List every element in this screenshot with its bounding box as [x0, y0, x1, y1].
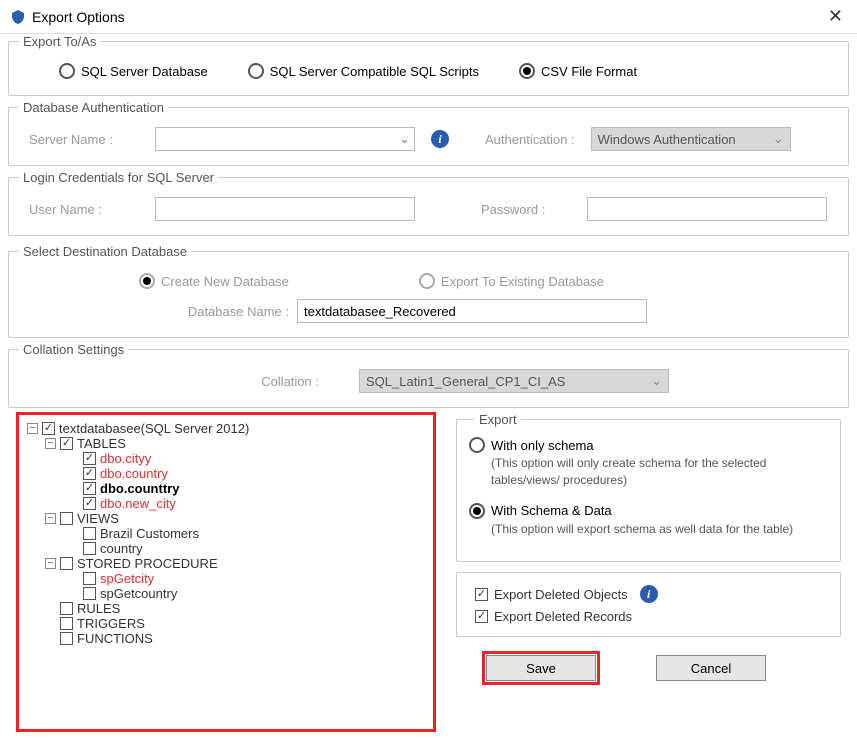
- checkbox[interactable]: [475, 610, 488, 623]
- username-label: User Name :: [29, 202, 139, 217]
- checkbox[interactable]: [60, 557, 73, 570]
- radio-icon: [519, 63, 535, 79]
- cancel-button[interactable]: Cancel: [656, 655, 766, 681]
- login-group: Login Credentials for SQL Server User Na…: [8, 170, 849, 236]
- info-icon[interactable]: i: [431, 130, 449, 148]
- chevron-down-icon: ⌄: [399, 131, 410, 147]
- tree-view-country[interactable]: country: [83, 541, 429, 556]
- server-name-dropdown[interactable]: ⌄: [155, 127, 415, 151]
- export-to-as-legend: Export To/As: [19, 34, 100, 49]
- radio-export-existing-db[interactable]: Export To Existing Database: [419, 273, 604, 289]
- tree-views[interactable]: − VIEWS: [45, 511, 429, 526]
- tree-sp-getcountry[interactable]: spGetcountry: [83, 586, 429, 601]
- password-label: Password :: [481, 202, 571, 217]
- checkbox[interactable]: [83, 452, 96, 465]
- checkbox-deleted-records[interactable]: Export Deleted Records: [475, 609, 834, 624]
- tree-sp[interactable]: − STORED PROCEDURE: [45, 556, 429, 571]
- window-title: Export Options: [32, 9, 824, 25]
- db-auth-group: Database Authentication Server Name : ⌄ …: [8, 100, 849, 166]
- collapse-icon[interactable]: −: [45, 558, 56, 569]
- radio-schema-only[interactable]: With only schema: [469, 437, 828, 453]
- login-legend: Login Credentials for SQL Server: [19, 170, 218, 185]
- radio-schema-data[interactable]: With Schema & Data: [469, 503, 828, 519]
- radio-icon: [469, 503, 485, 519]
- chevron-down-icon: ⌄: [651, 373, 662, 389]
- tree-functions[interactable]: FUNCTIONS: [45, 631, 429, 646]
- db-name-input[interactable]: [297, 299, 647, 323]
- checkbox[interactable]: [60, 512, 73, 525]
- collation-group: Collation Settings Collation : SQL_Latin…: [8, 342, 849, 408]
- schema-data-desc: (This option will export schema as well …: [491, 521, 828, 538]
- password-input[interactable]: [587, 197, 827, 221]
- dest-db-group: Select Destination Database Create New D…: [8, 244, 849, 338]
- auth-label: Authentication :: [485, 132, 575, 147]
- db-name-label: Database Name :: [179, 304, 289, 319]
- collation-dropdown[interactable]: SQL_Latin1_General_CP1_CI_AS ⌄: [359, 369, 669, 393]
- tree-sp-getcity[interactable]: spGetcity: [83, 571, 429, 586]
- export-options-group: Export With only schema (This option wil…: [456, 412, 841, 562]
- save-button[interactable]: Save: [486, 655, 596, 681]
- radio-icon: [139, 273, 155, 289]
- radio-sql-scripts[interactable]: SQL Server Compatible SQL Scripts: [248, 63, 479, 79]
- checkbox[interactable]: [42, 422, 55, 435]
- radio-icon: [419, 273, 435, 289]
- radio-csv[interactable]: CSV File Format: [519, 63, 637, 79]
- auth-dropdown[interactable]: Windows Authentication ⌄: [591, 127, 791, 151]
- info-icon[interactable]: i: [640, 585, 658, 603]
- tree-table-country[interactable]: dbo.country: [83, 466, 429, 481]
- checkbox[interactable]: [60, 602, 73, 615]
- dest-db-legend: Select Destination Database: [19, 244, 191, 259]
- checkbox[interactable]: [83, 527, 96, 540]
- checkbox[interactable]: [83, 542, 96, 555]
- username-input[interactable]: [155, 197, 415, 221]
- radio-icon: [469, 437, 485, 453]
- radio-icon: [59, 63, 75, 79]
- tree-tables[interactable]: − TABLES: [45, 436, 429, 451]
- checkbox[interactable]: [60, 632, 73, 645]
- checkbox[interactable]: [83, 482, 96, 495]
- collation-legend: Collation Settings: [19, 342, 128, 357]
- checkbox[interactable]: [83, 587, 96, 600]
- checkbox[interactable]: [83, 572, 96, 585]
- radio-sql-server-db[interactable]: SQL Server Database: [59, 63, 208, 79]
- checkbox[interactable]: [83, 467, 96, 480]
- tree-table-counttry[interactable]: dbo.counttry: [83, 481, 429, 496]
- close-button[interactable]: ✕: [824, 6, 847, 27]
- chevron-down-icon: ⌄: [773, 131, 784, 147]
- db-auth-legend: Database Authentication: [19, 100, 168, 115]
- export-legend: Export: [475, 412, 521, 427]
- checkbox-deleted-objects[interactable]: Export Deleted Objects i: [475, 585, 834, 603]
- app-icon: [10, 9, 26, 25]
- radio-create-new-db[interactable]: Create New Database: [139, 273, 289, 289]
- tree-view-brazil[interactable]: Brazil Customers: [83, 526, 429, 541]
- export-to-as-group: Export To/As SQL Server Database SQL Ser…: [8, 34, 849, 96]
- collapse-icon[interactable]: −: [45, 438, 56, 449]
- checkbox[interactable]: [475, 588, 488, 601]
- collapse-icon[interactable]: −: [45, 513, 56, 524]
- schema-only-desc: (This option will only create schema for…: [491, 455, 828, 489]
- tree-rules[interactable]: RULES: [45, 601, 429, 616]
- radio-icon: [248, 63, 264, 79]
- tree-table-cityy[interactable]: dbo.cityy: [83, 451, 429, 466]
- checkbox[interactable]: [83, 497, 96, 510]
- tree-root[interactable]: − textdatabasee(SQL Server 2012): [27, 421, 429, 436]
- titlebar: Export Options ✕: [0, 0, 857, 34]
- object-tree[interactable]: − textdatabasee(SQL Server 2012) − TABLE…: [16, 412, 436, 732]
- collapse-icon[interactable]: −: [27, 423, 38, 434]
- checkbox[interactable]: [60, 617, 73, 630]
- tree-triggers[interactable]: TRIGGERS: [45, 616, 429, 631]
- checkbox[interactable]: [60, 437, 73, 450]
- collation-label: Collation :: [209, 374, 319, 389]
- deleted-options-group: Export Deleted Objects i Export Deleted …: [456, 572, 841, 637]
- server-name-label: Server Name :: [29, 132, 139, 147]
- tree-table-new-city[interactable]: dbo.new_city: [83, 496, 429, 511]
